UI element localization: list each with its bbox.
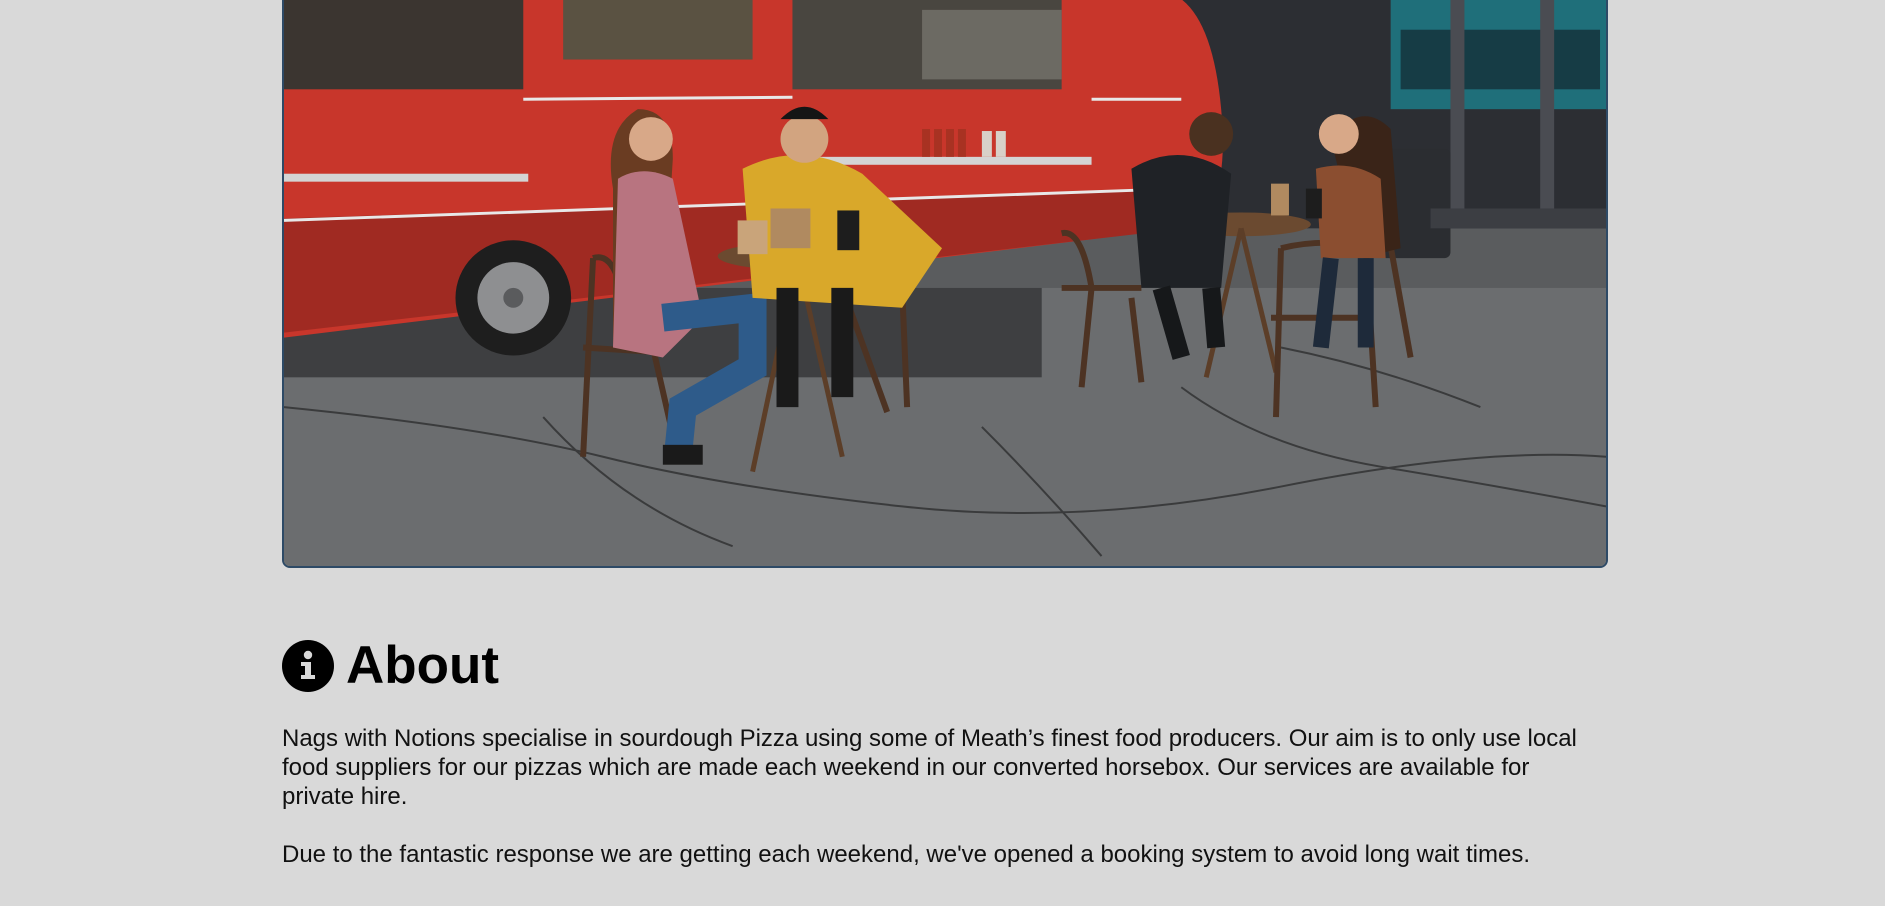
about-title: About [346, 636, 500, 695]
about-paragraph-booking: Due to the fantastic response we are get… [282, 841, 1530, 868]
about-heading: About [282, 636, 1608, 696]
info-circle-icon [282, 640, 334, 692]
about-paragraph-intro: Nags with Notions specialise in sourdoug… [282, 725, 1577, 810]
food-truck-photo [284, 0, 1606, 566]
hero-image [282, 0, 1608, 568]
about-section: About Nags with Notions specialise in so… [282, 636, 1608, 898]
info-glyph [301, 650, 315, 679]
page: About Nags with Notions specialise in so… [0, 0, 1885, 906]
